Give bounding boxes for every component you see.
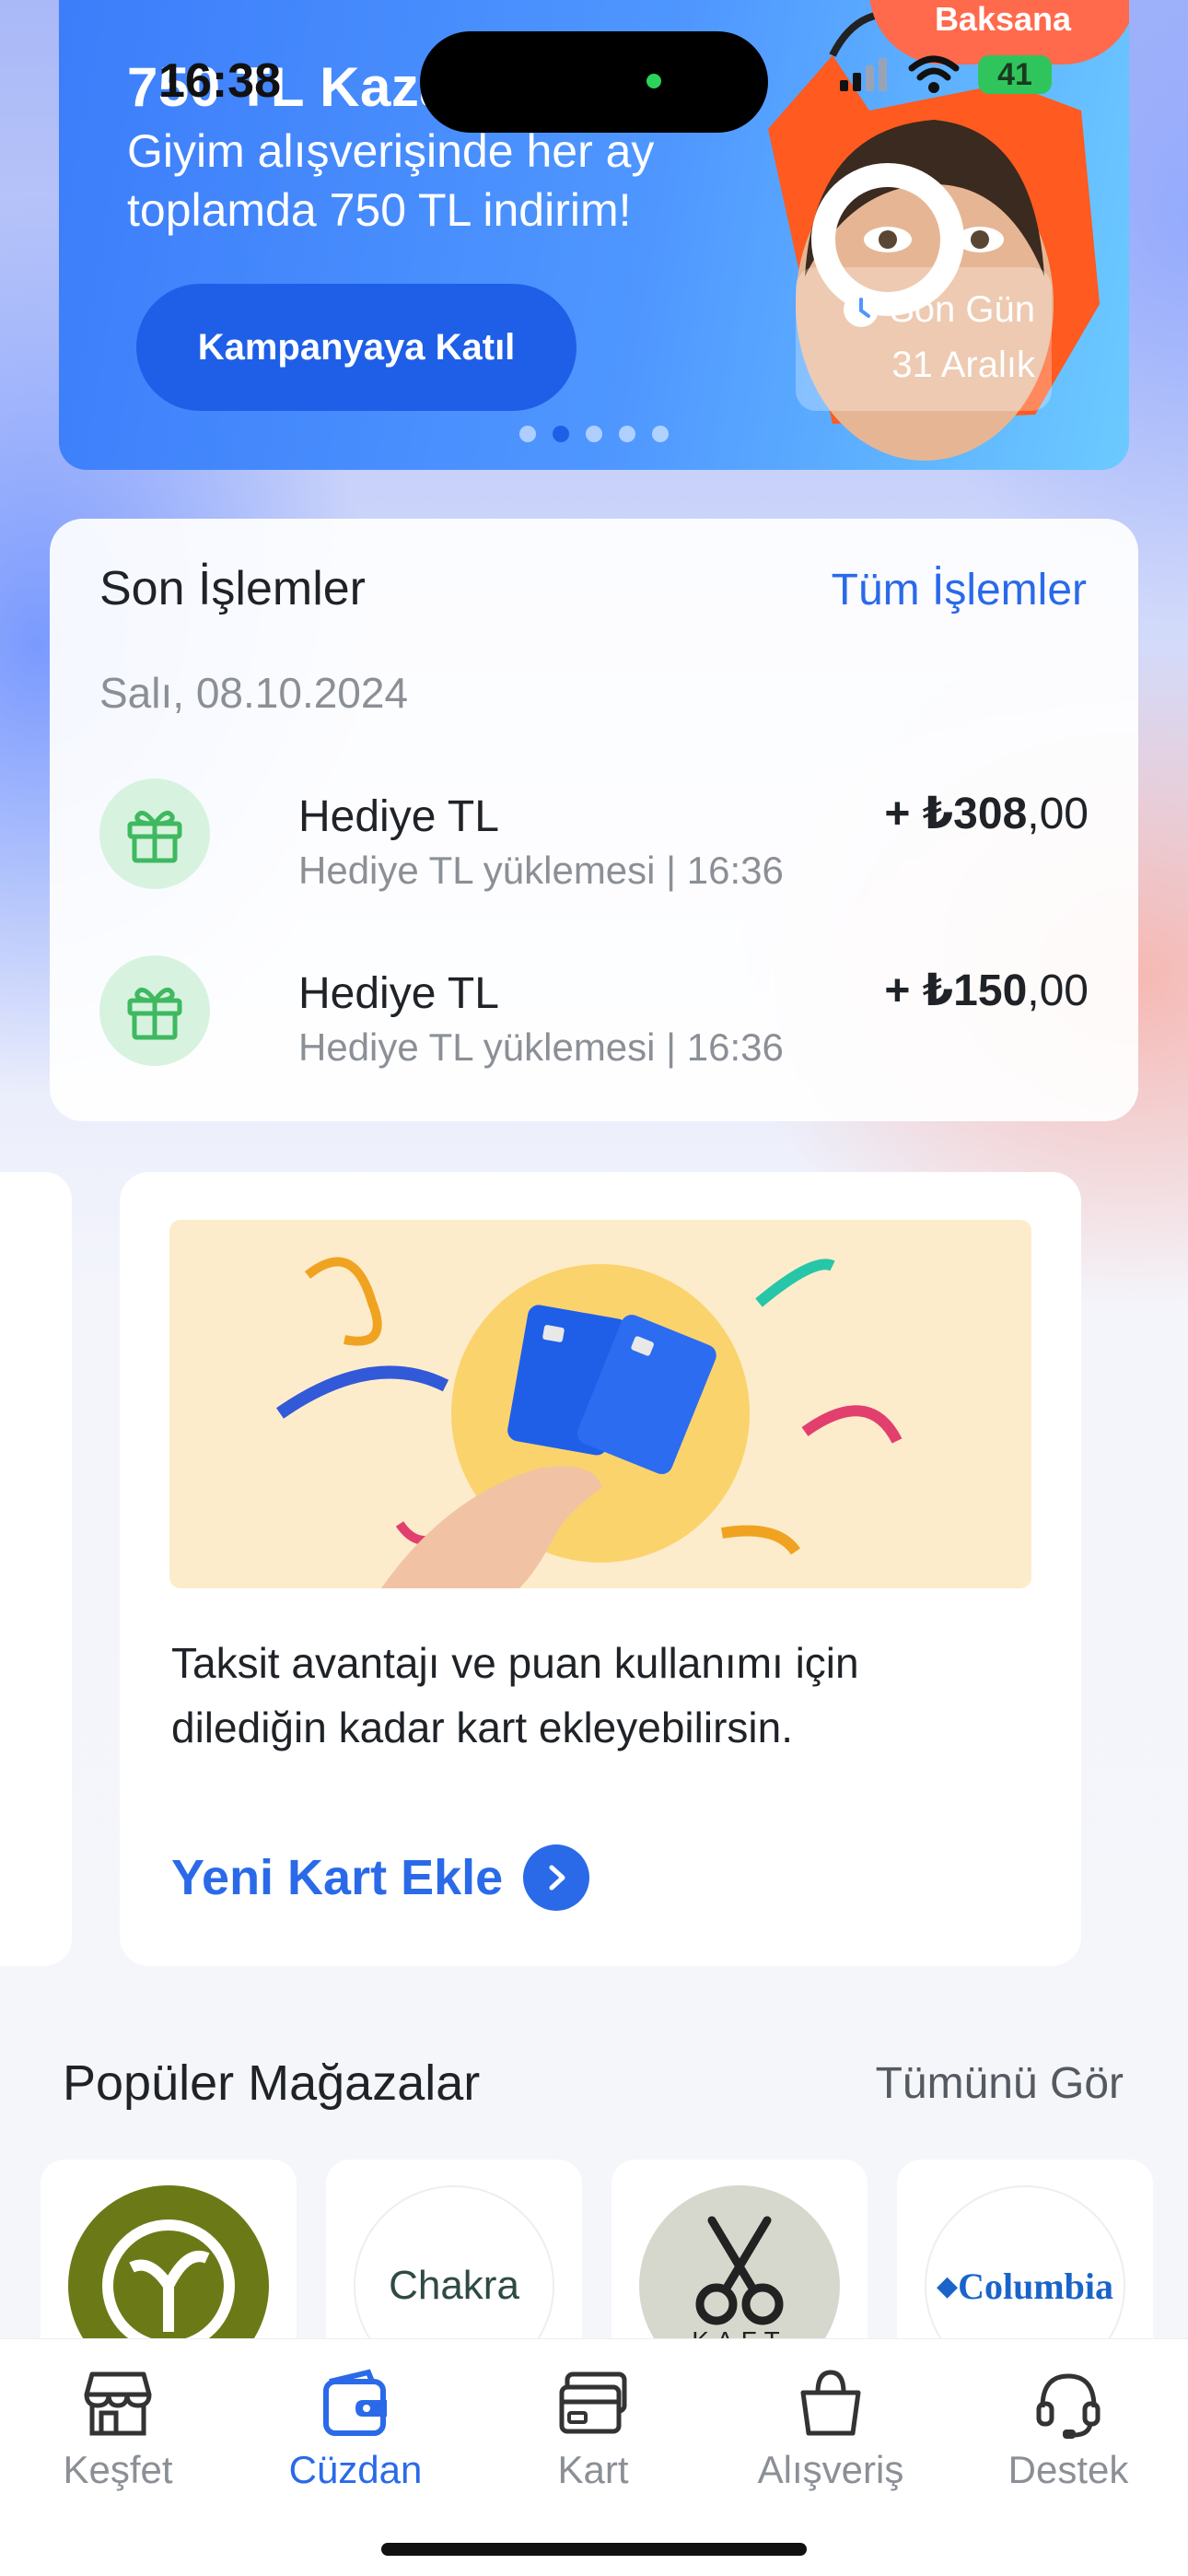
transaction-row[interactable]: Hediye TL Hediye TL yüklemesi | 16:36 + … [99,779,1089,898]
page-dot[interactable] [652,426,669,442]
page-dot[interactable] [586,426,602,442]
amount-main: + ₺150 [884,966,1028,1015]
transaction-description: Hediye TL yüklemesi | 16:36 [298,1025,784,1069]
wallet-icon [323,2369,387,2436]
gift-icon [99,955,210,1066]
deadline-date: 31 Aralık [891,345,1035,385]
recent-transactions-card: Son İşlemler Tüm İşlemler Salı, 08.10.20… [50,519,1138,1121]
home-indicator[interactable] [381,2543,807,2556]
popular-stores-title: Popüler Mağazalar [63,2055,481,2111]
previous-card-peek[interactable] [0,1172,72,1966]
join-campaign-button[interactable]: Kampanyaya Katıl [136,284,577,411]
add-new-card-label: Yeni Kart Ekle [171,1850,504,1905]
page-dot[interactable] [619,426,635,442]
battery-indicator: 41 [978,55,1052,94]
transaction-description: Hediye TL yüklemesi | 16:36 [298,849,784,892]
wifi-icon [908,55,960,93]
shopping-bag-icon [800,2370,861,2436]
transaction-row[interactable]: Hediye TL Hediye TL yüklemesi | 16:36 + … [99,955,1089,1075]
tab-destek[interactable]: Destek [967,2363,1170,2492]
signal-icon [840,58,887,91]
tab-kart[interactable]: Kart [492,2363,694,2492]
tab-cuzdan[interactable]: Cüzdan [254,2363,457,2492]
add-card-description: Taksit avantajı ve puan kullanımı için d… [171,1639,859,1751]
transaction-name: Hediye TL [298,969,499,1018]
columbia-diamond-icon: ◆ [936,2270,959,2301]
store-name: Columbia [958,2265,1113,2307]
amount-cents: ,00 [1027,790,1089,838]
clock-icon [844,292,879,327]
amount-cents: ,00 [1027,966,1089,1015]
page-dot[interactable] [519,426,536,442]
all-transactions-link[interactable]: Tüm İşlemler [832,565,1087,615]
scissors-icon [695,2216,784,2325]
store-name: Chakra [389,2263,519,2308]
amount-main: + ₺308 [884,790,1028,838]
tab-label: Keşfet [63,2448,173,2491]
cards-illustration [169,1220,1031,1588]
transaction-name: Hediye TL [298,792,499,841]
banner-page-dots[interactable] [519,426,669,442]
headset-icon [1036,2373,1101,2439]
bottom-tab-bar: Keşfet Cüzdan Kart Alışveriş Destek [0,2338,1188,2576]
transaction-amount: + ₺150,00 [884,965,1089,1016]
see-all-stores-link[interactable]: Tümünü Gör [876,2058,1124,2109]
tab-label: Kart [557,2448,629,2491]
tab-alisveris[interactable]: Alışveriş [729,2363,932,2492]
deadline-box: Son Gün 31 Aralık [796,267,1052,411]
camera-indicator [646,74,661,88]
tab-label: Destek [1007,2448,1129,2491]
status-time: 16:38 [158,54,281,108]
card-icon [559,2371,627,2434]
tab-label: Alışveriş [757,2448,904,2491]
status-bar: 16:38 41 [0,0,1188,157]
add-new-card-button[interactable]: Yeni Kart Ekle [171,1844,590,1911]
recent-transactions-title: Son İşlemler [99,562,366,615]
dynamic-island [420,31,768,133]
transaction-amount: + ₺308,00 [884,788,1089,839]
gift-icon [99,779,210,889]
deadline-label: Son Gün [890,289,1035,330]
store-icon [84,2371,152,2436]
chevron-right-icon [523,1844,590,1911]
add-card-promo: Taksit avantajı ve puan kullanımı için d… [120,1172,1081,1966]
tab-label: Cüzdan [288,2448,423,2491]
page-dot-active[interactable] [553,426,569,442]
tab-kesfet[interactable]: Keşfet [17,2363,219,2492]
transactions-date: Salı, 08.10.2024 [99,669,409,717]
